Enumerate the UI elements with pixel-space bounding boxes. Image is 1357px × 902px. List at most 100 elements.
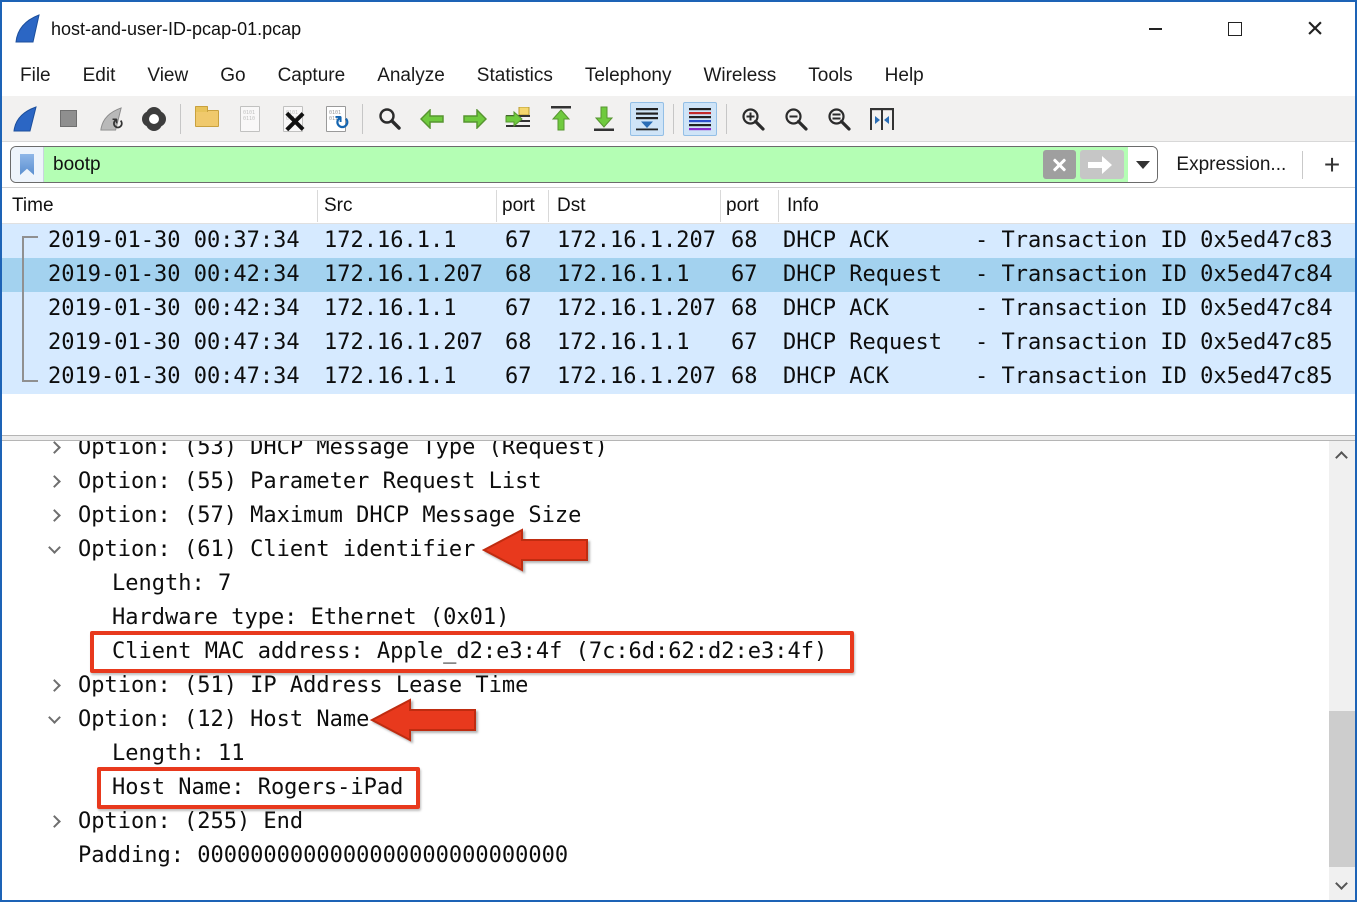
shark-fin-icon: [12, 105, 38, 133]
column-header-src[interactable]: Src: [324, 188, 353, 224]
menu-help[interactable]: Help: [869, 57, 940, 95]
detail-row[interactable]: Option: (57) Maximum DHCP Message Size: [2, 499, 1355, 533]
maximize-icon: [1228, 22, 1242, 36]
column-header-sport[interactable]: port: [502, 188, 535, 224]
packet-row-4[interactable]: 2019-01-30 00:47:34172.16.1.20768172.16.…: [2, 326, 1355, 360]
cell-transaction: - Transaction ID 0x5ed47c84: [975, 258, 1333, 292]
menu-capture[interactable]: Capture: [262, 57, 362, 95]
detail-row-padding[interactable]: Padding: 0000000000000000000000000000: [2, 839, 1355, 873]
menu-file[interactable]: File: [4, 57, 67, 95]
detail-row[interactable]: Option: (255) End: [2, 805, 1355, 839]
filter-clear-button[interactable]: [1043, 150, 1076, 179]
packet-row-5[interactable]: 2019-01-30 00:47:34172.16.1.167172.16.1.…: [2, 360, 1355, 394]
detail-row-host-name-option[interactable]: Option: (12) Host Name: [2, 703, 1355, 737]
wireshark-window: host-and-user-ID-pcap-01.pcap × File Edi…: [0, 0, 1357, 902]
cell-sport: 67: [505, 360, 532, 394]
column-separator[interactable]: [778, 190, 779, 222]
detail-row[interactable]: Length: 11: [2, 737, 1355, 771]
details-scrollbar[interactable]: [1329, 441, 1355, 900]
chevron-right-icon[interactable]: [48, 679, 61, 692]
column-separator[interactable]: [720, 190, 721, 222]
capture-options-button[interactable]: [137, 102, 171, 136]
save-file-button[interactable]: [233, 102, 267, 136]
cell-info: DHCP ACK: [783, 224, 889, 258]
chevron-right-icon[interactable]: [48, 441, 61, 454]
annotation-box-host-name: [97, 767, 420, 809]
cell-src: 172.16.1.1: [324, 360, 456, 394]
column-separator[interactable]: [317, 190, 318, 222]
go-to-top-button[interactable]: [544, 102, 578, 136]
detail-row[interactable]: Option: (51) IP Address Lease Time: [2, 669, 1355, 703]
zoom-original-button[interactable]: [822, 102, 856, 136]
go-to-packet-button[interactable]: [501, 102, 535, 136]
filter-dropdown-button[interactable]: [1128, 147, 1157, 182]
resize-columns-button[interactable]: [865, 102, 899, 136]
packet-list-header: Time Src port Dst port Info: [2, 188, 1355, 224]
column-header-dport[interactable]: port: [726, 188, 759, 224]
menu-analyze[interactable]: Analyze: [361, 57, 461, 95]
menu-statistics[interactable]: Statistics: [461, 57, 569, 95]
start-capture-button[interactable]: [8, 102, 42, 136]
maximize-button[interactable]: [1210, 2, 1260, 56]
expression-button[interactable]: Expression...: [1176, 154, 1286, 176]
conversation-bracket: [22, 236, 38, 382]
go-to-bottom-button[interactable]: [587, 102, 621, 136]
colorize-toggle[interactable]: [683, 102, 717, 136]
chevron-down-icon[interactable]: [48, 711, 61, 724]
menu-edit[interactable]: Edit: [67, 57, 132, 95]
cell-info: DHCP Request: [783, 258, 942, 292]
filterbar-separator: [1302, 151, 1303, 179]
chevron-down-icon[interactable]: [48, 541, 61, 554]
filter-bookmark-button[interactable]: [11, 147, 44, 182]
cell-dport: 68: [731, 224, 758, 258]
detail-row[interactable]: Option: (55) Parameter Request List: [2, 465, 1355, 499]
menu-tools[interactable]: Tools: [792, 57, 868, 95]
display-filter-box: bootp: [10, 146, 1158, 183]
display-filter-input[interactable]: bootp: [44, 147, 1041, 182]
go-back-button[interactable]: [415, 102, 449, 136]
packet-row-1[interactable]: 2019-01-30 00:37:34172.16.1.167172.16.1.…: [2, 224, 1355, 258]
filter-bar: bootp Expression... +: [2, 142, 1355, 188]
folder-icon: [195, 110, 219, 127]
zoom-in-button[interactable]: [736, 102, 770, 136]
menu-telephony[interactable]: Telephony: [569, 57, 688, 95]
menu-wireless[interactable]: Wireless: [687, 57, 792, 95]
go-bottom-icon: [594, 106, 614, 131]
close-file-button[interactable]: [276, 102, 310, 136]
detail-row[interactable]: Length: 7: [2, 567, 1355, 601]
detail-row[interactable]: Option: (53) DHCP Message Type (Request): [2, 441, 1355, 465]
scroll-up-icon[interactable]: [1335, 451, 1348, 464]
column-header-dst[interactable]: Dst: [557, 188, 586, 224]
close-button[interactable]: ×: [1290, 2, 1340, 56]
packet-row-3[interactable]: 2019-01-30 00:42:34172.16.1.167172.16.1.…: [2, 292, 1355, 326]
stop-capture-button[interactable]: [51, 102, 85, 136]
minimize-button[interactable]: [1130, 2, 1180, 56]
column-header-time[interactable]: Time: [12, 188, 54, 224]
column-header-info[interactable]: Info: [787, 188, 819, 224]
zoom-out-button[interactable]: [779, 102, 813, 136]
cell-time: 2019-01-30 00:47:34: [48, 326, 300, 360]
menu-go[interactable]: Go: [204, 57, 261, 95]
detail-row-client-identifier[interactable]: Option: (61) Client identifier: [2, 533, 1355, 567]
cell-sport: 67: [505, 292, 532, 326]
add-filter-button[interactable]: +: [1317, 150, 1347, 180]
filter-apply-button[interactable]: [1080, 150, 1124, 179]
restart-capture-button[interactable]: ↻: [94, 102, 128, 136]
column-separator[interactable]: [496, 190, 497, 222]
chevron-right-icon[interactable]: [48, 475, 61, 488]
detail-row[interactable]: Hardware type: Ethernet (0x01): [2, 601, 1355, 635]
packet-row-2-selected[interactable]: 2019-01-30 00:42:34172.16.1.20768172.16.…: [2, 258, 1355, 292]
cell-time: 2019-01-30 00:37:34: [48, 224, 300, 258]
find-packet-button[interactable]: [372, 102, 406, 136]
go-forward-button[interactable]: [458, 102, 492, 136]
scroll-down-icon[interactable]: [1335, 877, 1348, 890]
scrollbar-thumb[interactable]: [1329, 711, 1355, 867]
chevron-right-icon[interactable]: [48, 509, 61, 522]
chevron-right-icon[interactable]: [48, 815, 61, 828]
auto-scroll-toggle[interactable]: [630, 102, 664, 136]
menu-view[interactable]: View: [131, 57, 204, 95]
reload-file-button[interactable]: ↻: [319, 102, 353, 136]
column-separator[interactable]: [548, 190, 549, 222]
open-file-button[interactable]: [190, 102, 224, 136]
chevron-down-icon: [1136, 161, 1150, 169]
